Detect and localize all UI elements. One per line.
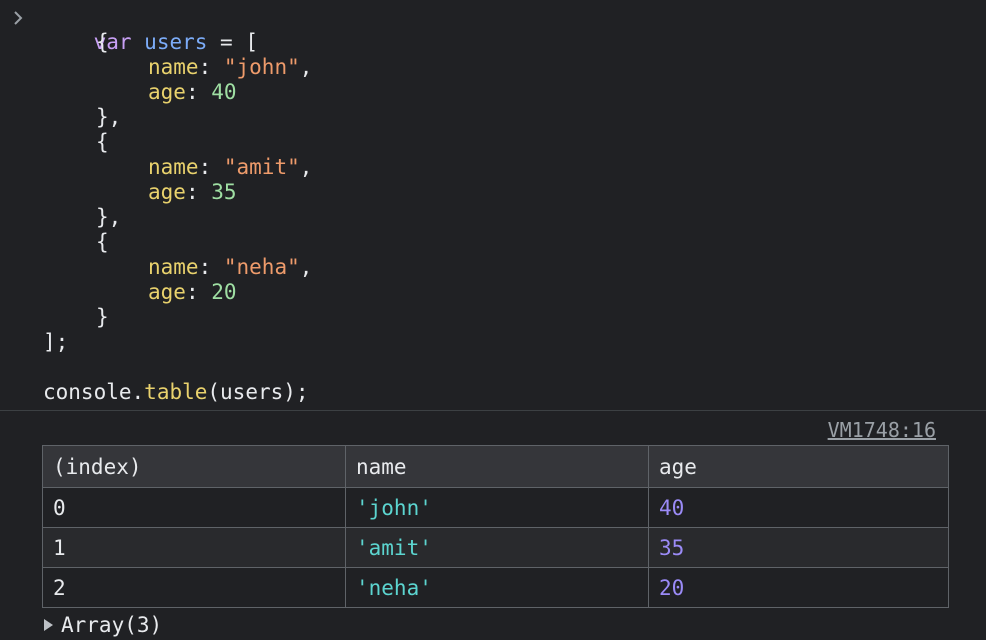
punctuation: , (299, 155, 313, 179)
property: age (148, 280, 186, 304)
punctuation: , (299, 255, 313, 279)
punctuation: { (96, 130, 109, 154)
cell-name: 'amit' (345, 527, 649, 568)
code-line: }, (96, 105, 121, 130)
punctuation: : (198, 255, 224, 279)
column-header-age[interactable]: age (648, 445, 949, 488)
code-line: { (96, 30, 109, 55)
console-input: var users = [ { name: "john", age: 40 },… (0, 0, 986, 410)
cell-index: 2 (42, 567, 346, 608)
method-name: table (144, 380, 208, 404)
column-header-index[interactable]: (index) (42, 445, 346, 488)
cell-index: 1 (42, 527, 346, 568)
punctuation: : (198, 55, 224, 79)
source-location-link[interactable]: VM1748:16 (828, 418, 936, 442)
code-line: age: 20 (148, 280, 237, 305)
variable: users (144, 30, 208, 54)
punctuation: { (96, 230, 109, 254)
punctuation: , (299, 55, 313, 79)
code-line: ]; (43, 330, 68, 355)
number-literal: 35 (211, 180, 237, 204)
punctuation: : (185, 80, 212, 104)
cell-name: 'john' (345, 487, 649, 528)
column-header-name[interactable]: name (345, 445, 649, 488)
code-line: name: "neha", (148, 255, 312, 280)
property: age (148, 80, 186, 104)
code-line: }, (96, 205, 121, 230)
array-label: Array(3) (61, 613, 163, 637)
code-line: { (96, 130, 109, 155)
property: name (148, 255, 199, 279)
table-row: 0 'john' 40 (42, 487, 949, 528)
punctuation: { (96, 30, 109, 54)
punctuation: : (185, 280, 212, 304)
code-line: { (96, 230, 109, 255)
property: name (148, 155, 199, 179)
punctuation: }, (96, 205, 122, 229)
punctuation: }, (96, 105, 122, 129)
property: name (148, 55, 199, 79)
code-line: name: "john", (148, 55, 312, 80)
cell-age: 35 (648, 527, 949, 568)
cell-age: 40 (648, 487, 949, 528)
punctuation: (users); (207, 380, 309, 404)
table-row: 1 'amit' 35 (42, 527, 949, 568)
punctuation: = [ (207, 30, 258, 54)
table-row: 2 'neha' 20 (42, 567, 949, 608)
code-line: } (96, 305, 109, 330)
property: age (148, 180, 186, 204)
punctuation: : (185, 180, 212, 204)
console-table: (index) name age 0 'john' 40 1 'amit' 35… (42, 445, 949, 608)
code-line: var users = [ (43, 5, 258, 54)
string-literal: "neha" (223, 255, 300, 279)
table-header-row: (index) name age (42, 445, 949, 488)
punctuation: } (96, 305, 109, 329)
string-literal: "amit" (223, 155, 300, 179)
number-literal: 20 (211, 280, 237, 304)
array-expander[interactable]: Array(3) (44, 612, 162, 638)
expand-triangle-icon[interactable] (44, 619, 53, 631)
cell-age: 20 (648, 567, 949, 608)
console-divider (0, 410, 986, 411)
chevron-right-icon (14, 11, 23, 25)
code-line: name: "amit", (148, 155, 312, 180)
code-line: console.table(users); (43, 380, 309, 405)
object-name: console (43, 380, 132, 404)
number-literal: 40 (211, 80, 237, 104)
string-literal: "john" (223, 55, 300, 79)
cell-index: 0 (42, 487, 346, 528)
punctuation: ]; (43, 330, 69, 354)
cell-name: 'neha' (345, 567, 649, 608)
code-line: age: 40 (148, 80, 237, 105)
punctuation: . (131, 380, 145, 404)
punctuation: : (198, 155, 224, 179)
code-line: age: 35 (148, 180, 237, 205)
